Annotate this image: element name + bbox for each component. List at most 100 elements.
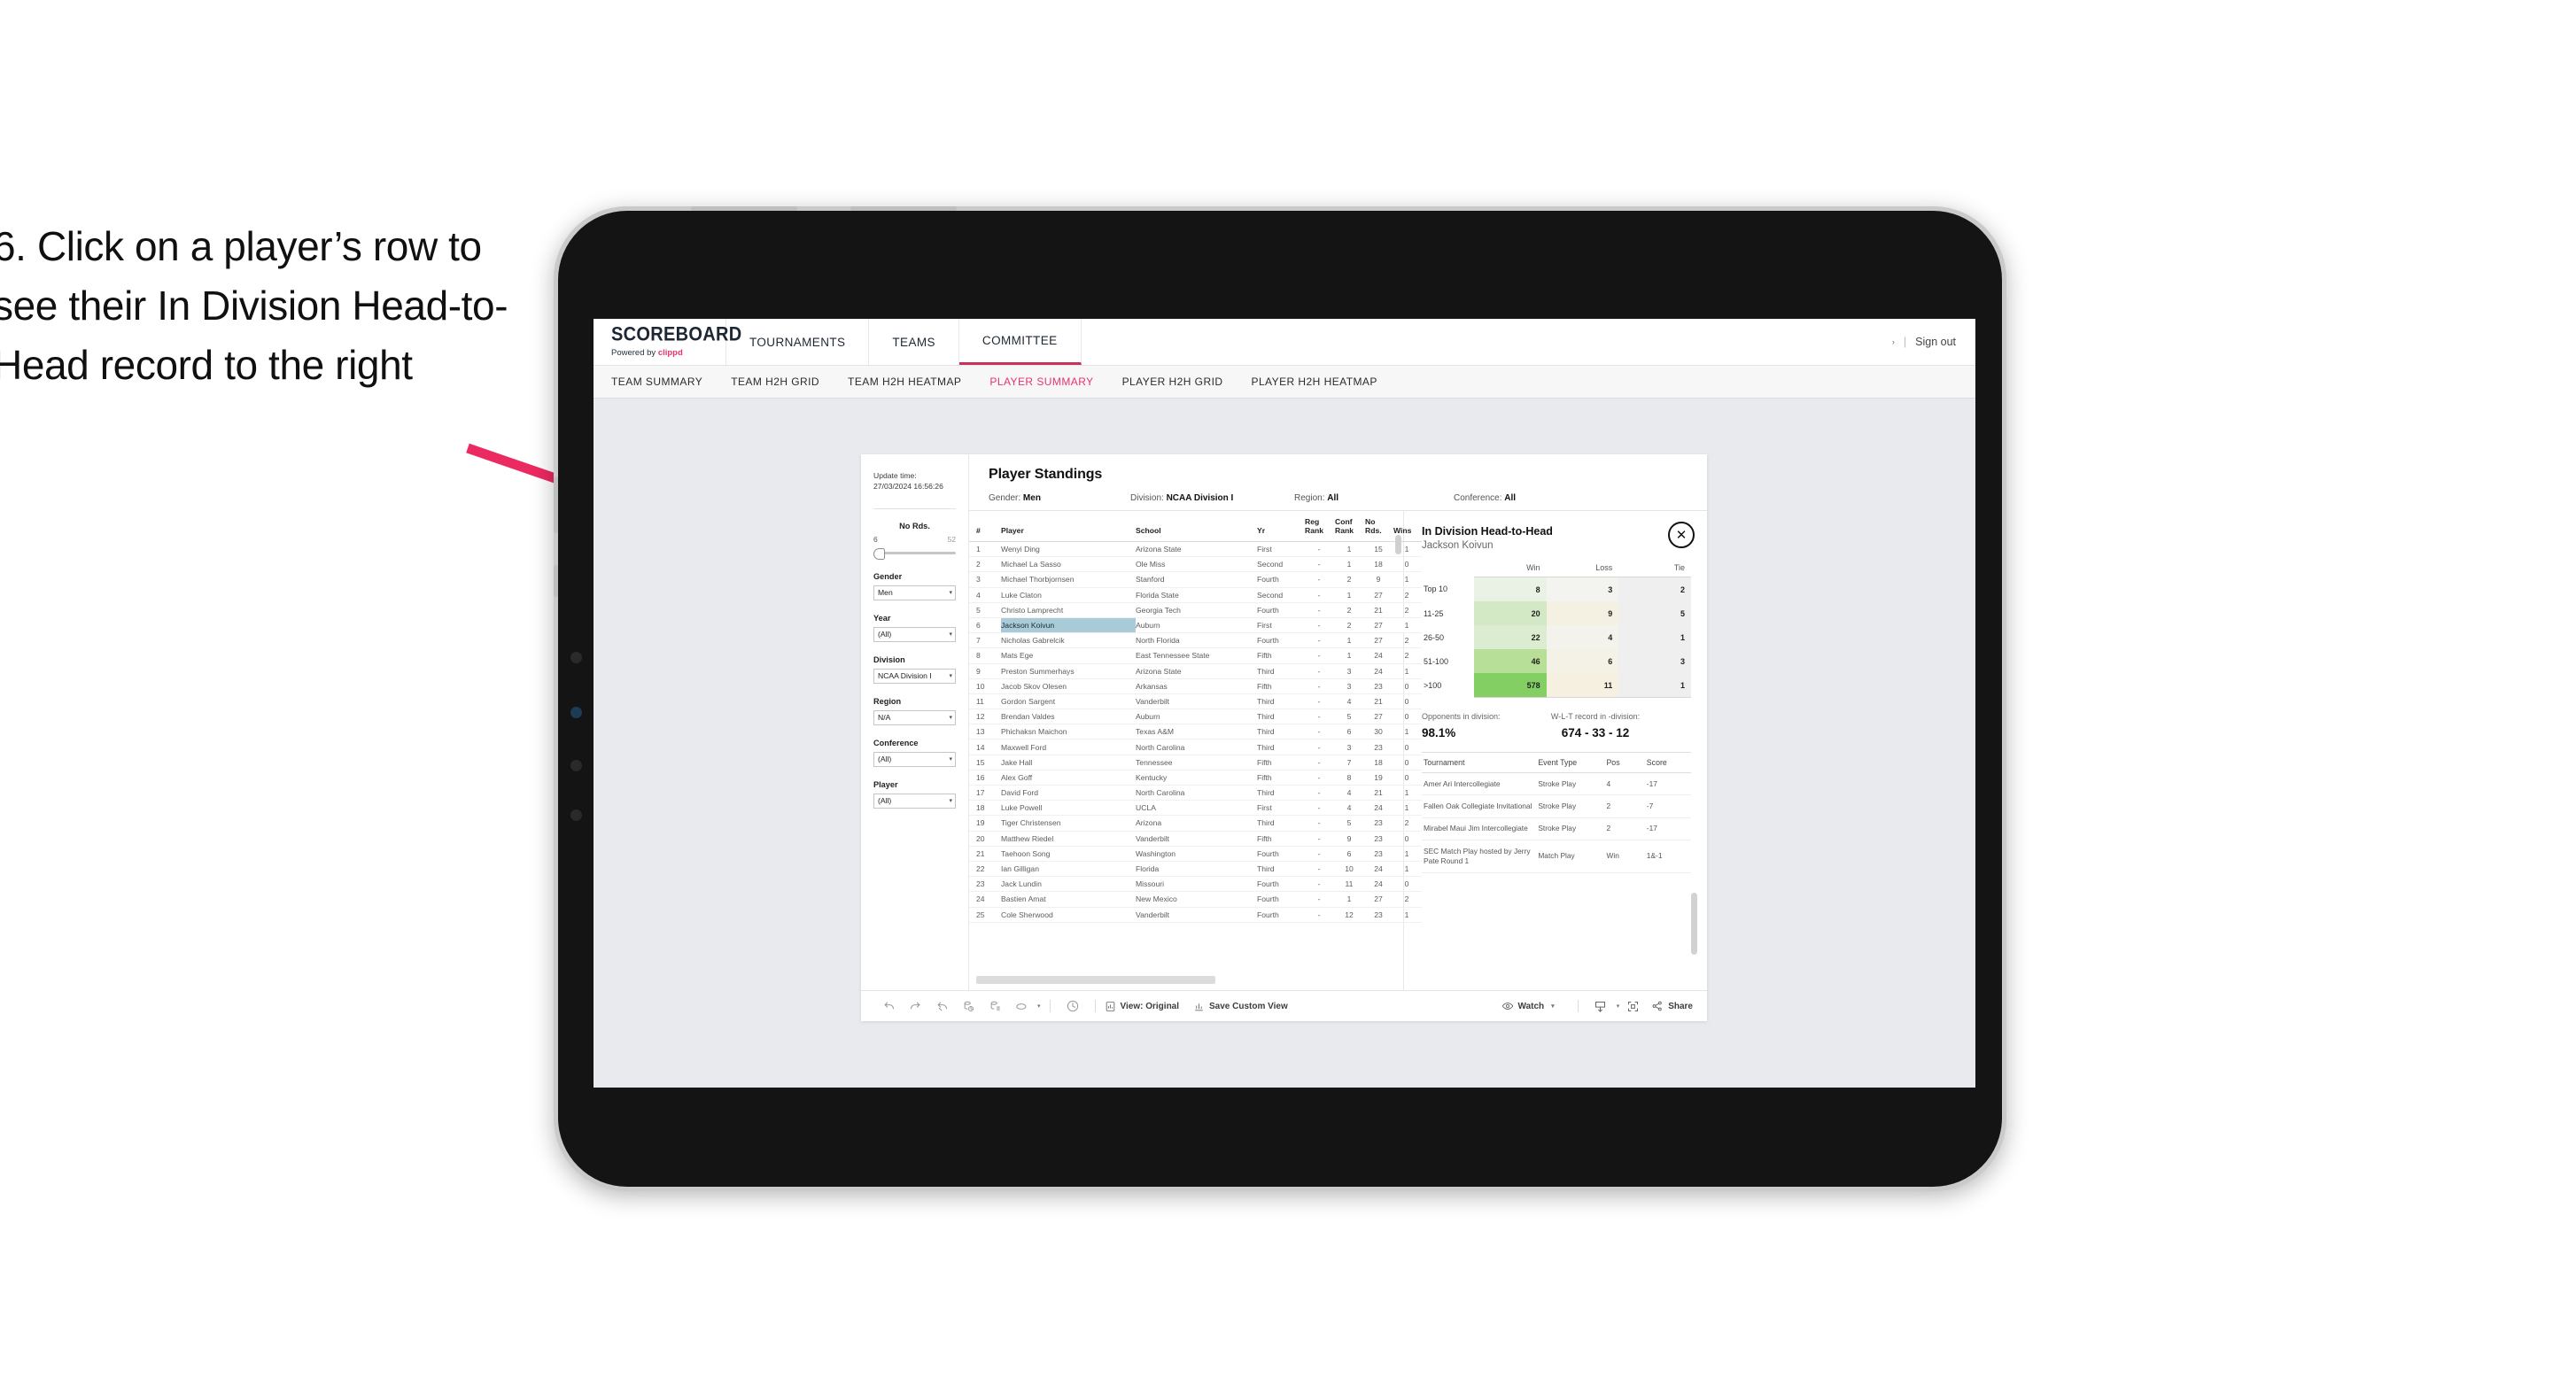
tab-team-h2h-heatmap[interactable]: TEAM H2H HEATMAP [848, 376, 961, 388]
region-select[interactable]: N/A ▾ [873, 709, 956, 725]
h2h-win-cell[interactable]: 22 [1474, 625, 1547, 649]
pause-auto-update-icon[interactable] [1059, 999, 1086, 1013]
gender-select[interactable]: Men ▾ [873, 585, 956, 600]
col-no-rds[interactable]: No Rds. [1365, 511, 1393, 542]
power-button[interactable] [554, 476, 558, 533]
h2h-row: >100 578 11 1 [1422, 673, 1691, 698]
h2h-loss-cell[interactable]: 9 [1546, 601, 1619, 625]
table-row[interactable]: 9 Preston Summerhays Arizona State Third -3 2… [969, 663, 1422, 679]
h2h-win-cell[interactable]: 46 [1474, 649, 1547, 673]
table-row[interactable]: 11 Gordon Sargent Vanderbilt Third -4 21 0 [969, 693, 1422, 710]
col-score[interactable]: Score [1644, 752, 1691, 773]
chevron-down-icon[interactable]: ▾ [1551, 1003, 1555, 1010]
table-row[interactable]: 24 Bastien Amat New Mexico Fourth -1 27 2 [969, 891, 1422, 908]
table-row[interactable]: 6 Jackson Koivun Auburn First -2 27 1 [969, 617, 1422, 634]
col-player[interactable]: Player [1001, 511, 1136, 542]
col-school[interactable]: School [1136, 511, 1257, 542]
revert-icon[interactable] [928, 1000, 955, 1013]
refresh-data-icon[interactable] [955, 1000, 982, 1013]
h2h-loss-cell[interactable]: 11 [1546, 673, 1619, 698]
tab-team-h2h-grid[interactable]: TEAM H2H GRID [731, 376, 819, 388]
redo-icon[interactable] [902, 1000, 928, 1013]
tab-player-h2h-heatmap[interactable]: PLAYER H2H HEATMAP [1251, 376, 1377, 388]
col-reg-rank[interactable]: Reg Rank [1305, 511, 1335, 542]
division-select[interactable]: NCAA Division I ▾ [873, 668, 956, 684]
nav-teams[interactable]: TEAMS [869, 319, 959, 365]
h2h-loss-cell[interactable]: 3 [1546, 577, 1619, 601]
sign-out-link[interactable]: Sign out [1915, 336, 1956, 348]
undo-icon[interactable] [875, 1000, 902, 1013]
tab-player-h2h-grid[interactable]: PLAYER H2H GRID [1122, 376, 1223, 388]
col-yr[interactable]: Yr [1257, 511, 1305, 542]
download-icon[interactable] [1587, 1000, 1614, 1013]
standings-horizontal-scrollbar[interactable] [976, 976, 1215, 984]
tournament-row[interactable]: Fallen Oak Collegiate Invitational Stroke… [1422, 794, 1691, 818]
watch-button[interactable]: Watch ▾ [1501, 1000, 1555, 1012]
table-row[interactable]: 17 David Ford North Carolina Third -4 21 1 [969, 785, 1422, 801]
h2h-tie-cell[interactable]: 1 [1618, 673, 1691, 698]
fullscreen-icon[interactable] [1619, 1000, 1646, 1013]
h2h-win-cell[interactable]: 8 [1474, 577, 1547, 601]
h2h-loss-cell[interactable]: 6 [1546, 649, 1619, 673]
table-row[interactable]: 20 Matthew Riedel Vanderbilt Fifth -9 23 0 [969, 831, 1422, 847]
tournament-row[interactable]: Amer Ari Intercollegiate Stroke Play 4 -17 [1422, 772, 1691, 796]
tab-player-summary[interactable]: PLAYER SUMMARY [989, 376, 1093, 388]
table-row[interactable]: 19 Tiger Christensen Arizona Third -5 23 2 [969, 815, 1422, 832]
close-icon[interactable]: ✕ [1668, 522, 1695, 548]
view-original-button[interactable]: View: Original [1105, 1001, 1179, 1012]
table-row[interactable]: 2 Michael La Sasso Ole Miss Second -1 18 0 [969, 556, 1422, 573]
filter-sidebar: Update time: 27/03/2024 16:56:26 No Rds.… [861, 454, 969, 990]
chevron-right-icon[interactable]: › [1892, 337, 1895, 346]
table-row[interactable]: 14 Maxwell Ford North Carolina Third -3 23 0 [969, 739, 1422, 755]
col-tournament[interactable]: Tournament [1422, 752, 1537, 773]
save-custom-view-button[interactable]: Save Custom View [1193, 1001, 1288, 1012]
volume-button-up[interactable] [691, 206, 797, 211]
standings-vertical-scrollbar[interactable] [1395, 535, 1401, 554]
h2h-win-cell[interactable]: 20 [1474, 601, 1547, 625]
side-button[interactable] [554, 565, 558, 597]
conference-select[interactable]: (All) ▾ [873, 751, 956, 767]
share-button[interactable]: Share [1651, 1000, 1693, 1012]
col-pos[interactable]: Pos [1604, 752, 1645, 773]
tournament-row[interactable]: SEC Match Play hosted by Jerry Pate Roun… [1422, 840, 1691, 873]
h2h-tie-cell[interactable]: 3 [1618, 649, 1691, 673]
h2h-tie-cell[interactable]: 5 [1618, 601, 1691, 625]
col-rank[interactable]: # [969, 511, 1001, 542]
table-row[interactable]: 5 Christo Lamprecht Georgia Tech Fourth -2 21… [969, 602, 1422, 618]
table-row[interactable]: 23 Jack Lundin Missouri Fourth -11 24 0 [969, 876, 1422, 893]
chevron-down-icon[interactable]: ▾ [1037, 1003, 1041, 1010]
no-rounds-slider[interactable] [873, 547, 956, 560]
h2h-tie-cell[interactable]: 2 [1618, 577, 1691, 601]
nav-tournaments[interactable]: TOURNAMENTS [726, 319, 870, 365]
highlight-icon[interactable] [1008, 1000, 1035, 1013]
table-row[interactable]: 22 Ian Gilligan Florida Third -10 24 1 [969, 861, 1422, 878]
col-conf-rank[interactable]: Conf Rank [1335, 511, 1365, 542]
table-row[interactable]: 15 Jake Hall Tennessee Fifth -7 18 0 [969, 755, 1422, 770]
slider-handle[interactable] [873, 547, 885, 560]
table-row[interactable]: 4 Luke Claton Florida State Second -1 27 2 [969, 587, 1422, 603]
table-row[interactable]: 1 Wenyi Ding Arizona State First -1 15 1 [969, 541, 1422, 558]
nav-committee[interactable]: COMMITTEE [958, 319, 1082, 365]
h2h-tie-cell[interactable]: 1 [1618, 625, 1691, 649]
year-select[interactable]: (All) ▾ [873, 626, 956, 642]
table-row[interactable]: 16 Alex Goff Kentucky Fifth -8 19 0 [969, 770, 1422, 786]
table-row[interactable]: 7 Nicholas Gabrelcik North Florida Fourth -1… [969, 632, 1422, 649]
table-row[interactable]: 18 Luke Powell UCLA First -4 24 1 [969, 800, 1422, 817]
tournament-scrollbar[interactable] [1691, 893, 1697, 955]
table-row[interactable]: 13 Phichaksn Maichon Texas A&M Third -6 30 1 [969, 724, 1422, 740]
pause-updates-icon[interactable] [982, 1000, 1008, 1013]
table-row[interactable]: 25 Cole Sherwood Vanderbilt Fourth -12 23 1 [969, 907, 1422, 923]
app-logo[interactable]: SCOREBOARD Powered by clippd [594, 319, 741, 365]
volume-button-down[interactable] [850, 206, 957, 211]
col-event-type[interactable]: Event Type [1536, 752, 1605, 773]
tournament-row[interactable]: Mirabel Maui Jim Intercollegiate Stroke P… [1422, 817, 1691, 841]
h2h-win-cell[interactable]: 578 [1474, 673, 1547, 698]
tab-team-summary[interactable]: TEAM SUMMARY [611, 376, 702, 388]
table-row[interactable]: 12 Brendan Valdes Auburn Third -5 27 0 [969, 708, 1422, 725]
table-row[interactable]: 21 Taehoon Song Washington Fourth -6 23 1 [969, 846, 1422, 862]
h2h-loss-cell[interactable]: 4 [1546, 625, 1619, 649]
table-row[interactable]: 3 Michael Thorbjornsen Stanford Fourth -2 9 1 [969, 571, 1422, 588]
table-row[interactable]: 10 Jacob Skov Olesen Arkansas Fifth -3 23 0 [969, 678, 1422, 694]
table-row[interactable]: 8 Mats Ege East Tennessee State Fifth -1 24 2 [969, 647, 1422, 664]
player-select[interactable]: (All) ▾ [873, 793, 956, 809]
